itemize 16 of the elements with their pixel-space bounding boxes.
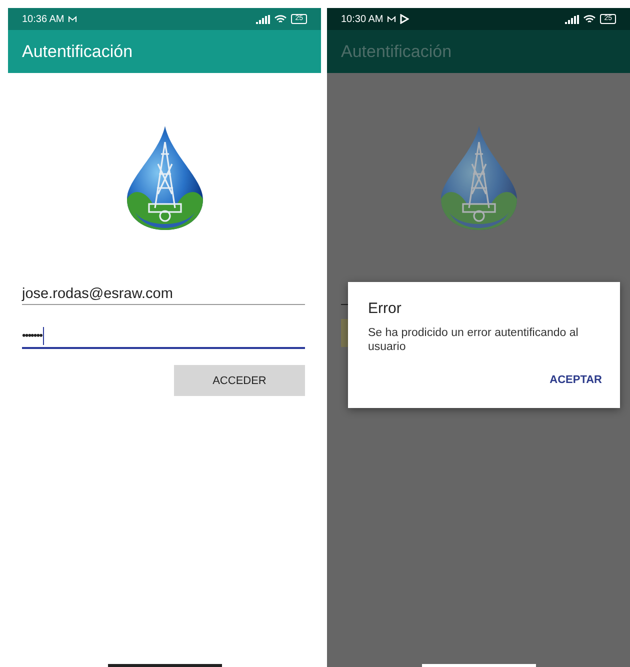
email-field[interactable]: jose.rodas@esraw.com <box>22 276 305 305</box>
aceptar-button[interactable]: ACEPTAR <box>550 370 602 389</box>
app-bar-title: Autentificación <box>22 42 133 62</box>
notification-icon <box>68 16 78 22</box>
password-field[interactable]: ••••••• <box>22 319 305 349</box>
status-time: 10:36 AM <box>22 14 64 24</box>
app-bar-title: Autentificación <box>341 42 452 62</box>
wifi-icon <box>583 14 596 24</box>
signal-icon <box>565 14 580 24</box>
acceder-button[interactable]: ACCEDER <box>174 365 305 396</box>
dialog-message: Se ha prodicido un error autentificando al usuario <box>368 326 580 355</box>
signal-icon <box>256 14 270 24</box>
notification-icon <box>387 16 396 22</box>
wifi-icon <box>274 14 288 24</box>
dialog-title: Error <box>368 300 402 317</box>
status-time: 10:30 AM <box>341 14 384 24</box>
